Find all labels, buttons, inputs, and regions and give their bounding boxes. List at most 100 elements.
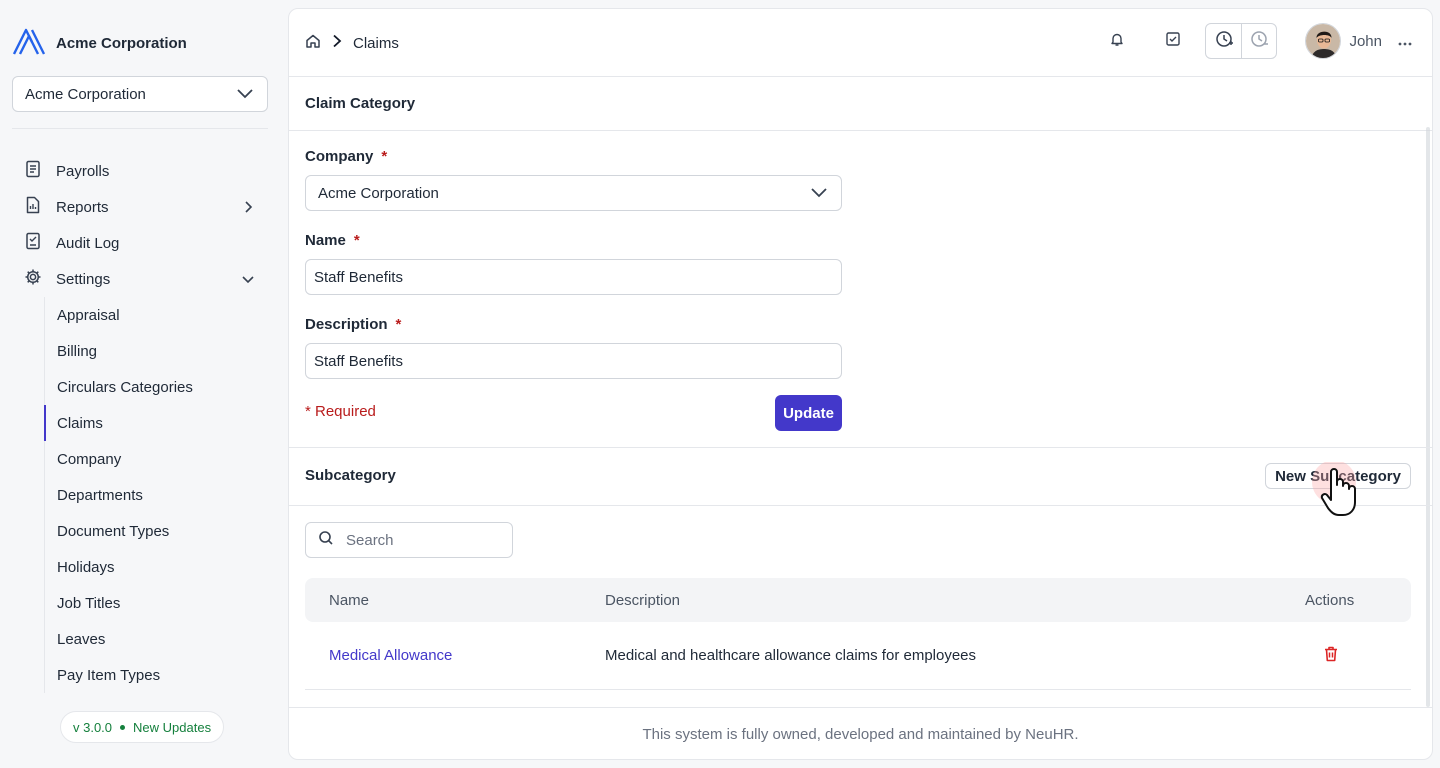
user-menu[interactable]: John [1305, 23, 1412, 59]
description-label: Description * [305, 316, 401, 333]
description-field-value: Staff Benefits [314, 352, 403, 370]
required-note: * Required [305, 403, 376, 420]
sidebar-item-settings[interactable]: Settings [12, 261, 268, 297]
acme-logo-icon [12, 26, 46, 60]
required-asterisk: * [353, 232, 360, 249]
sidebar-item-payrolls[interactable]: Payrolls [12, 153, 268, 189]
scrollbar[interactable] [1426, 127, 1430, 707]
clock-in-button[interactable] [1206, 24, 1241, 58]
settings-item-label: Pay Item Types [57, 666, 161, 684]
update-button[interactable]: Update [775, 395, 842, 431]
settings-item-label: Document Types [57, 522, 170, 540]
user-name: John [1349, 32, 1382, 50]
company-label-text: Company [305, 148, 374, 165]
clipboard-icon [24, 232, 42, 254]
organization-select[interactable]: Acme Corporation [12, 76, 268, 112]
search-input[interactable] [346, 531, 496, 549]
version-label: v 3.0.0 [73, 719, 113, 735]
settings-item-label: Leaves [57, 630, 106, 648]
sidebar-item-label: Reports [56, 198, 109, 216]
description-label-text: Description [305, 316, 388, 333]
settings-item-billing[interactable]: Billing [45, 333, 268, 369]
home-icon[interactable] [305, 33, 321, 53]
trash-icon [1322, 646, 1340, 667]
company-label: Company * [305, 148, 387, 165]
divider [289, 447, 1432, 448]
delete-button[interactable] [1322, 645, 1340, 667]
sidebar-item-reports[interactable]: Reports [12, 189, 268, 225]
settings-item-appraisal[interactable]: Appraisal [45, 297, 268, 333]
subcategory-description: Medical and healthcare allowance claims … [605, 647, 977, 664]
settings-item-holidays[interactable]: Holidays [45, 549, 268, 585]
sidebar-item-label: Settings [56, 270, 111, 288]
settings-item-job-titles[interactable]: Job Titles [45, 585, 268, 621]
avatar [1305, 23, 1342, 59]
settings-item-company[interactable]: Company [45, 441, 268, 477]
settings-item-label: Claims [57, 414, 103, 432]
sidebar-item-label: Audit Log [56, 234, 120, 252]
breadcrumb: Claims [305, 33, 399, 53]
column-header-actions: Actions [1305, 591, 1355, 609]
subcategory-table: Name Description Actions Medical Allowan… [305, 578, 1411, 690]
sidebar-nav: Payrolls Reports Audit Log Settings [12, 153, 268, 297]
clock-in-icon [1214, 29, 1234, 53]
hand-cursor-icon [1308, 460, 1368, 522]
footer: This system is fully owned, developed an… [289, 707, 1432, 759]
top-bar: Claims John [289, 9, 1432, 77]
table-header: Name Description Actions [305, 578, 1411, 622]
column-header-name: Name [329, 591, 370, 609]
receipt-icon [24, 160, 42, 182]
search-icon [318, 530, 334, 550]
settings-item-leaves[interactable]: Leaves [45, 621, 268, 657]
chevron-down-icon [237, 86, 253, 103]
column-header-description: Description [605, 591, 681, 609]
company-select-value: Acme Corporation [318, 184, 439, 202]
subcategory-name-link[interactable]: Medical Allowance [329, 647, 452, 664]
brand-name: Acme Corporation [56, 34, 187, 52]
subcategory-title: Subcategory [305, 467, 396, 484]
sidebar-divider [12, 128, 268, 129]
settings-item-label: Appraisal [57, 306, 120, 324]
settings-item-pay-item-types[interactable]: Pay Item Types [45, 657, 268, 693]
company-select[interactable]: Acme Corporation [305, 175, 842, 211]
clock-out-icon [1249, 29, 1269, 53]
main-panel: Claims John Claim Category Company * Acm… [288, 8, 1433, 760]
footer-text: This system is fully owned, developed an… [642, 726, 1079, 743]
tasks-button[interactable] [1155, 23, 1191, 59]
name-field-value: Staff Benefits [314, 268, 403, 286]
updates-label: New Updates [133, 719, 212, 735]
chevron-right-icon [240, 199, 256, 219]
settings-item-circulars-categories[interactable]: Circulars Categories [45, 369, 268, 405]
settings-item-label: Company [57, 450, 122, 468]
settings-item-label: Circulars Categories [57, 378, 193, 396]
name-field[interactable]: Staff Benefits [305, 259, 842, 295]
settings-item-document-types[interactable]: Document Types [45, 513, 268, 549]
settings-subnav: Appraisal Billing Circulars Categories C… [44, 297, 268, 693]
breadcrumb-current: Claims [353, 34, 399, 52]
status-dot [120, 724, 126, 730]
search-field[interactable] [305, 522, 513, 558]
divider [289, 505, 1432, 506]
required-asterisk: * [395, 316, 402, 333]
checkbox-icon [1165, 31, 1181, 51]
divider [289, 130, 1432, 131]
version-badge[interactable]: v 3.0.0 New Updates [60, 711, 225, 743]
chevron-down-icon [811, 185, 827, 202]
top-actions: John [1099, 23, 1412, 59]
claim-category-title: Claim Category [305, 95, 416, 112]
notifications-button[interactable] [1099, 23, 1135, 59]
settings-item-departments[interactable]: Departments [45, 477, 268, 513]
sidebar-item-label: Payrolls [56, 162, 110, 180]
bell-icon [1109, 31, 1125, 51]
settings-item-label: Billing [57, 342, 98, 360]
description-field[interactable]: Staff Benefits [305, 343, 842, 379]
gear-icon [24, 268, 42, 290]
settings-item-claims[interactable]: Claims [44, 405, 268, 441]
brand[interactable]: Acme Corporation [12, 26, 187, 60]
settings-item-label: Holidays [57, 558, 115, 576]
sidebar-item-audit-log[interactable]: Audit Log [12, 225, 268, 261]
settings-item-label: Job Titles [57, 594, 121, 612]
clock-out-button[interactable] [1241, 24, 1276, 58]
sidebar: Acme Corporation Acme Corporation Payrol… [0, 0, 288, 768]
table-row: Medical Allowance Medical and healthcare… [305, 622, 1411, 690]
